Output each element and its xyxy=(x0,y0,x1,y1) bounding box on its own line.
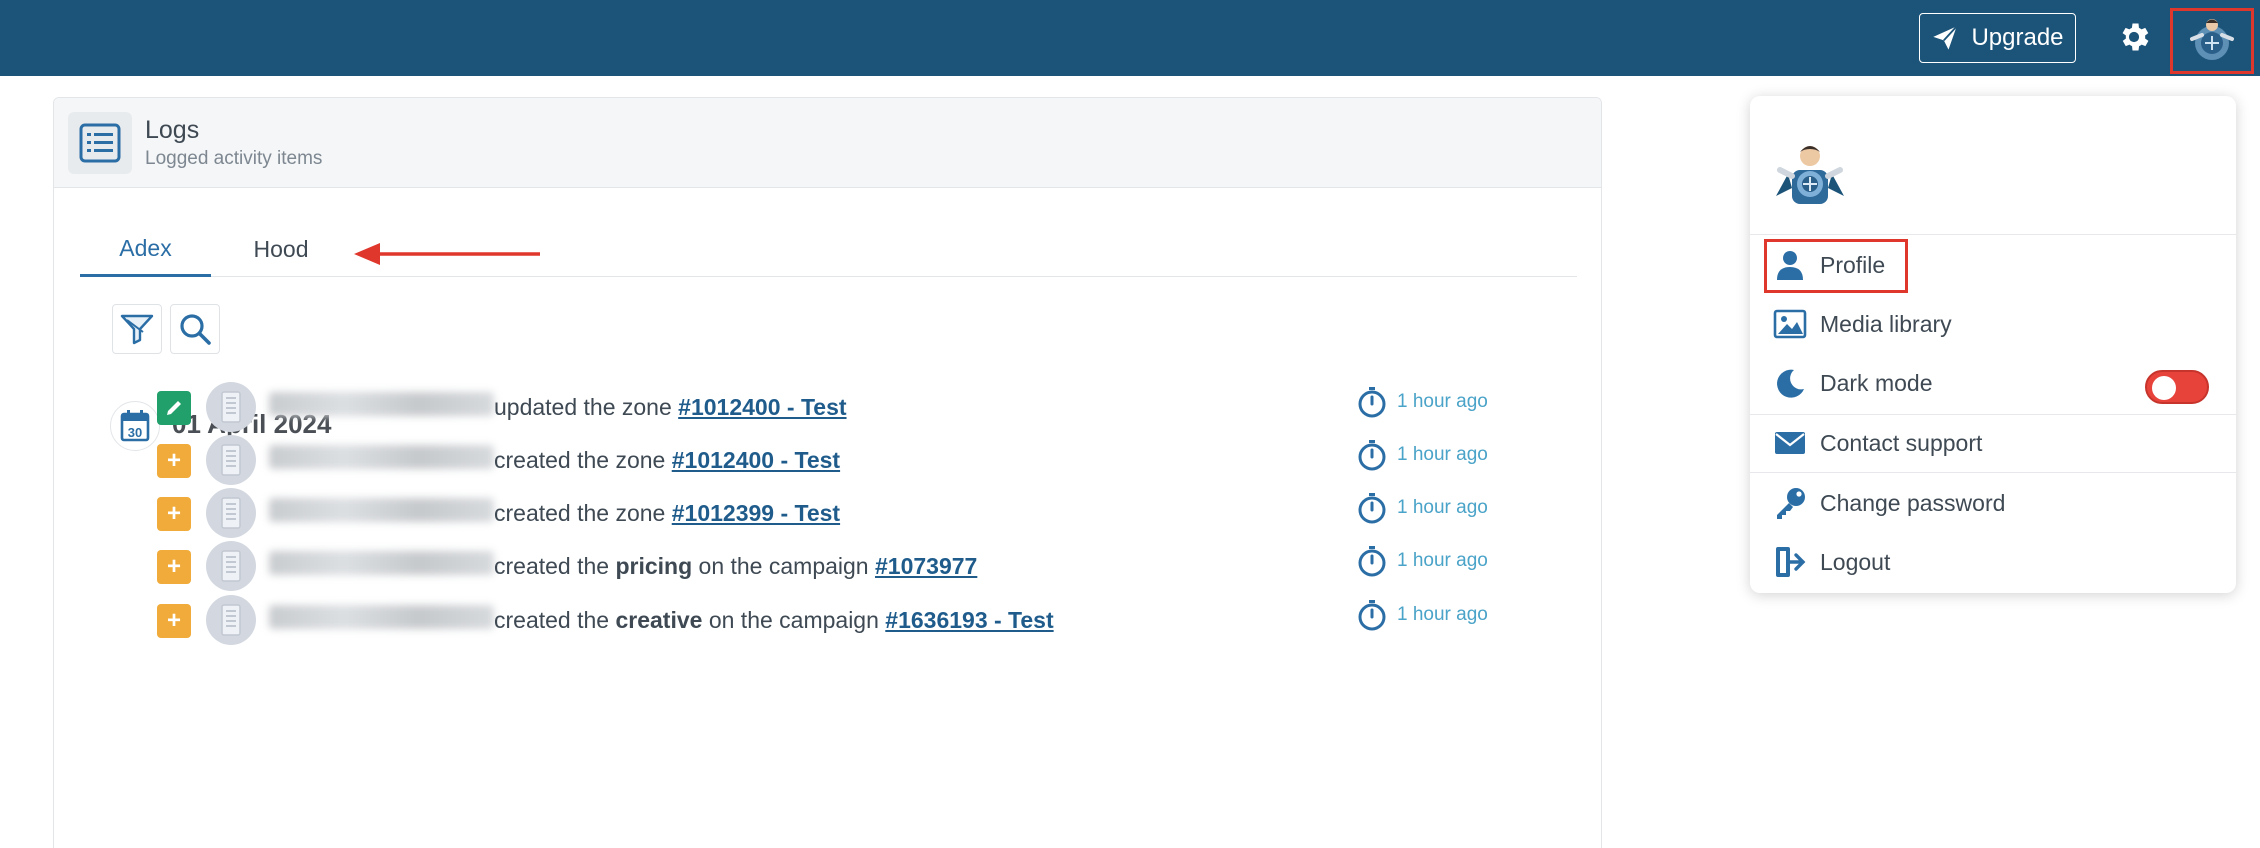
filter-button[interactable] xyxy=(112,304,162,354)
log-entry-row: + created the pricing on the campaign #10… xyxy=(54,537,1603,591)
blurred-user-name xyxy=(269,605,494,629)
moon-icon xyxy=(1772,365,1808,401)
tab-adex[interactable]: Adex xyxy=(80,222,211,277)
timestamp-label: 1 hour ago xyxy=(1397,391,1488,412)
entry-text-fragment: created the zone xyxy=(494,447,672,473)
entity-link[interactable]: #1636193 - Test xyxy=(885,607,1053,633)
entry-text-fragment: created the xyxy=(494,607,616,633)
stopwatch-icon xyxy=(1358,493,1386,524)
menu-label-dark-mode: Dark mode xyxy=(1820,369,1933,396)
stopwatch-icon xyxy=(1358,387,1386,418)
key-icon xyxy=(1772,485,1808,521)
entry-text-fragment: on the campaign xyxy=(702,607,886,633)
menu-item-media-library[interactable]: Media library xyxy=(1750,295,2236,353)
menu-item-logout[interactable]: Logout xyxy=(1750,533,2236,591)
page-title: Logs xyxy=(145,116,200,144)
plus-icon: + xyxy=(157,550,191,584)
tab-hood[interactable]: Hood xyxy=(211,222,351,277)
log-entry-text: created the zone #1012400 - Test xyxy=(494,447,840,474)
superhero-avatar-icon xyxy=(1776,146,1844,204)
timestamp-label: 1 hour ago xyxy=(1397,497,1488,518)
log-entry-row: + created the creative on the campaign #1… xyxy=(54,591,1603,645)
plus-icon: + xyxy=(157,497,191,531)
menu-label-logout: Logout xyxy=(1820,548,1891,575)
highlight-box xyxy=(1764,239,1908,293)
entity-type: creative xyxy=(615,607,703,633)
entry-text-fragment: created the xyxy=(494,553,616,579)
image-icon xyxy=(1772,306,1808,342)
stopwatch-icon xyxy=(1358,546,1386,577)
logout-icon xyxy=(1772,544,1808,580)
menu-item-change-password[interactable]: Change password xyxy=(1750,474,2236,532)
blurred-user-name xyxy=(269,445,494,469)
log-entry-row: + created the zone #1012399 - Test 1 hour … xyxy=(54,484,1603,538)
log-entry-row: updated the zone #1012400 - Test 1 hour a… xyxy=(54,378,1603,432)
annotation-arrow xyxy=(354,243,540,265)
timestamp: 1 hour ago xyxy=(1357,439,1488,471)
superhero-avatar-icon xyxy=(2190,19,2234,60)
log-entry-text: updated the zone #1012400 - Test xyxy=(494,394,847,421)
page-subtitle: Logged activity items xyxy=(145,148,323,169)
log-tabs: Adex Hood xyxy=(80,222,1577,277)
timestamp-label: 1 hour ago xyxy=(1397,444,1488,465)
user-dropdown-menu: Profile Media library Dark mode Contact … xyxy=(1750,96,2236,593)
building-icon xyxy=(206,435,256,485)
upgrade-label: Upgrade xyxy=(1971,24,2064,51)
entity-link[interactable]: #1073977 xyxy=(875,553,977,579)
timestamp-label: 1 hour ago xyxy=(1397,550,1488,571)
search-icon xyxy=(180,314,211,345)
timestamp: 1 hour ago xyxy=(1357,492,1488,524)
entry-text-fragment: on the campaign xyxy=(692,553,875,579)
plus-icon: + xyxy=(157,604,191,638)
building-icon xyxy=(206,541,256,591)
list-icon xyxy=(68,112,132,174)
entry-text-fragment: created the zone xyxy=(494,500,672,526)
stopwatch-icon xyxy=(1358,440,1386,471)
log-entry-text: created the pricing on the campaign #107… xyxy=(494,553,977,580)
entity-link[interactable]: #1012400 - Test xyxy=(678,394,846,420)
building-icon xyxy=(206,595,256,645)
menu-item-dark-mode[interactable]: Dark mode xyxy=(1750,354,2236,412)
building-icon xyxy=(206,488,256,538)
top-bar: Upgrade xyxy=(0,0,2260,76)
dark-mode-toggle[interactable] xyxy=(2145,370,2209,404)
search-button[interactable] xyxy=(170,304,220,354)
menu-item-contact-support[interactable]: Contact support xyxy=(1750,414,2236,472)
menu-label-media-library: Media library xyxy=(1820,310,1952,337)
user-menu-avatar[interactable] xyxy=(2170,8,2254,74)
timestamp: 1 hour ago xyxy=(1357,386,1488,418)
upgrade-button[interactable]: Upgrade xyxy=(1919,13,2076,63)
blurred-user-name xyxy=(269,392,494,416)
building-icon xyxy=(206,382,256,432)
envelope-icon xyxy=(1772,425,1808,461)
timestamp: 1 hour ago xyxy=(1357,545,1488,577)
gear-icon[interactable] xyxy=(2116,19,2152,55)
paper-plane-icon xyxy=(1933,25,1958,50)
log-entry-text: created the creative on the campaign #16… xyxy=(494,607,1054,634)
log-entry-row: + created the zone #1012400 - Test 1 hour … xyxy=(54,431,1603,485)
logs-panel: Logs Logged activity items Adex Hood 30 … xyxy=(53,97,1602,848)
entity-link[interactable]: #1012399 - Test xyxy=(672,500,840,526)
log-entry-text: created the zone #1012399 - Test xyxy=(494,500,840,527)
blurred-user-name xyxy=(269,498,494,522)
menu-label-change-password: Change password xyxy=(1820,489,2006,516)
pencil-icon xyxy=(157,391,191,425)
entity-link[interactable]: #1012400 - Test xyxy=(672,447,840,473)
timestamp: 1 hour ago xyxy=(1357,599,1488,631)
entry-text-fragment: updated the zone xyxy=(494,394,679,420)
plus-icon: + xyxy=(157,444,191,478)
timestamp-label: 1 hour ago xyxy=(1397,604,1488,625)
filter-icon xyxy=(120,314,154,345)
blurred-user-name xyxy=(269,551,494,575)
menu-label-contact-support: Contact support xyxy=(1820,429,1983,456)
panel-header: Logs Logged activity items xyxy=(54,98,1601,188)
stopwatch-icon xyxy=(1358,600,1386,631)
entity-type: pricing xyxy=(615,553,693,579)
